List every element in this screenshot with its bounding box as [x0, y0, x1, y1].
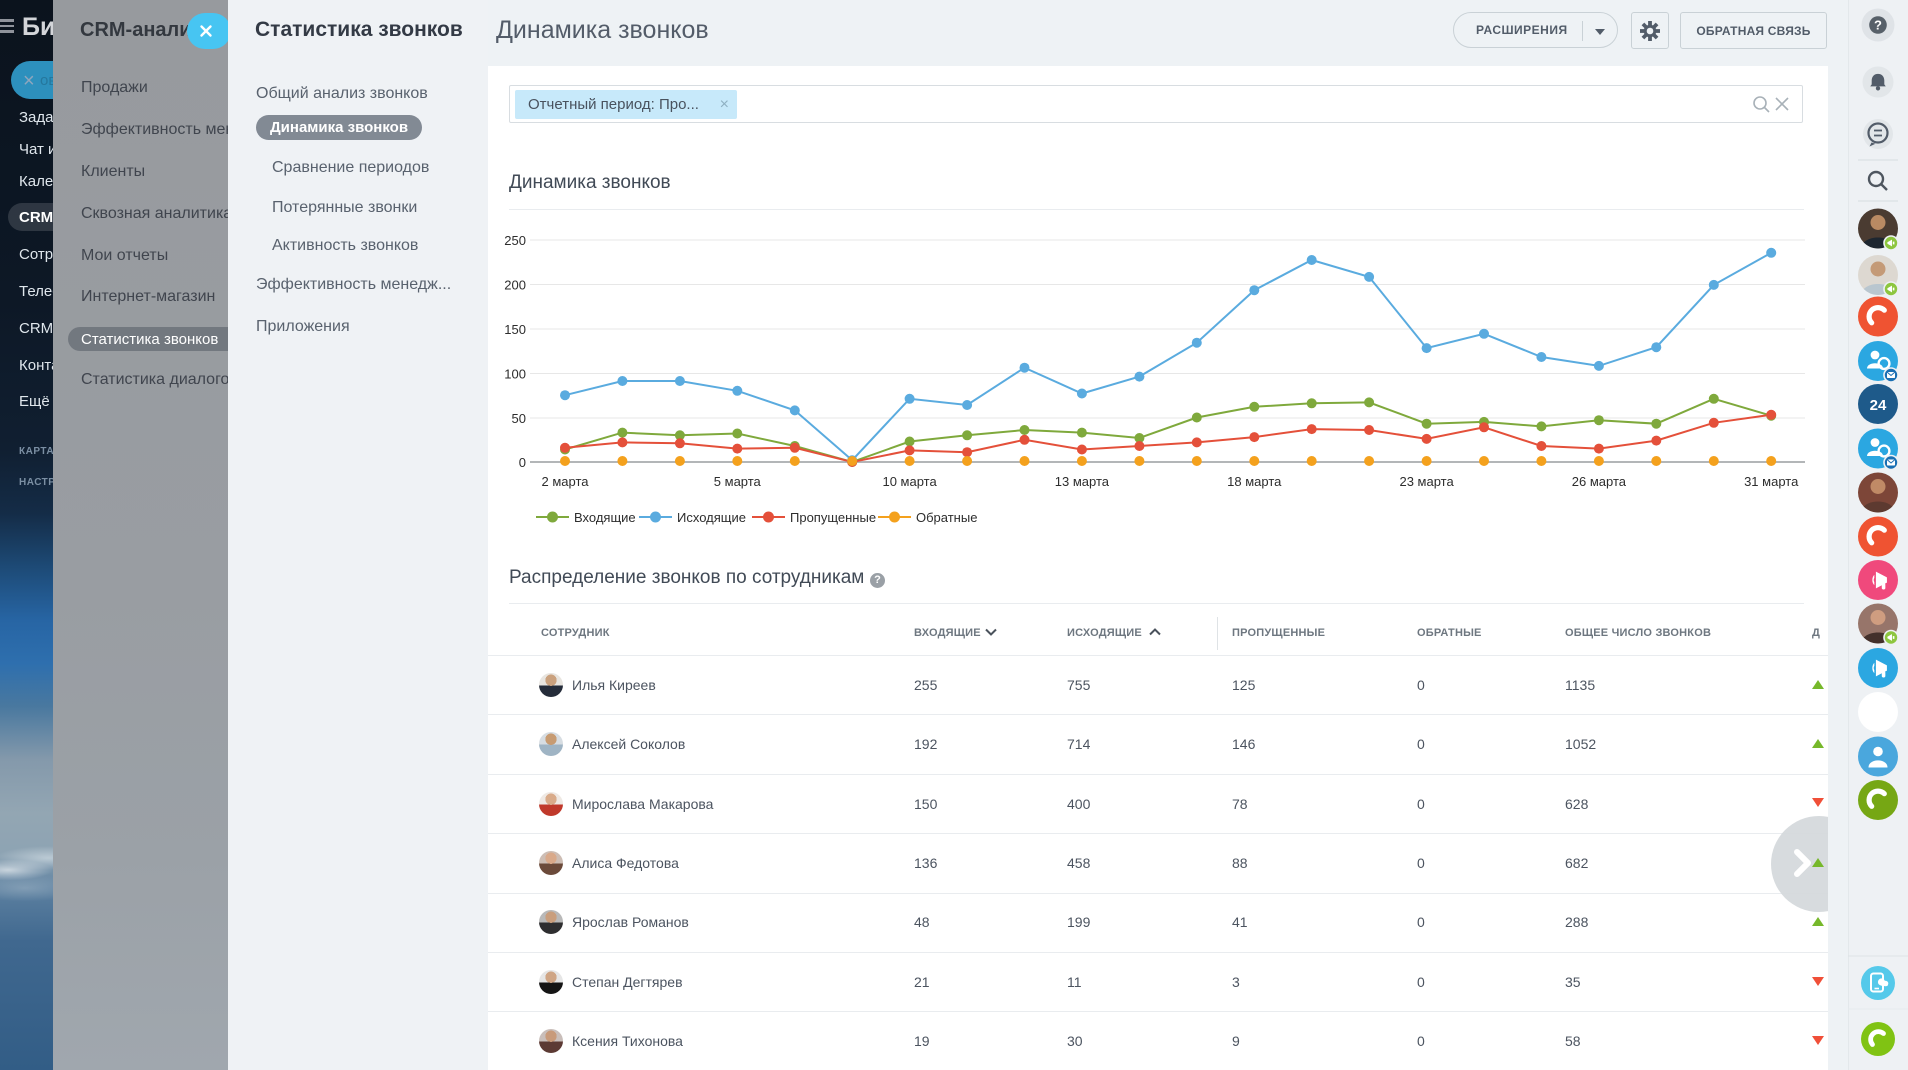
svg-text:Пропущенные: Пропущенные — [790, 510, 876, 525]
svg-text:50: 50 — [512, 411, 526, 426]
svg-text:10 марта: 10 марта — [882, 474, 937, 489]
svg-text:5 марта: 5 марта — [714, 474, 762, 489]
svg-text:2 марта: 2 марта — [542, 474, 590, 489]
svg-text:100: 100 — [504, 367, 526, 382]
svg-text:24: 24 — [1870, 397, 1887, 414]
svg-text:18 марта: 18 марта — [1227, 474, 1282, 489]
svg-text:?: ? — [1874, 18, 1882, 33]
svg-text:150: 150 — [504, 322, 526, 337]
svg-text:0: 0 — [519, 455, 526, 470]
svg-text:23 марта: 23 марта — [1399, 474, 1454, 489]
svg-text:200: 200 — [504, 278, 526, 293]
svg-text:Исходящие: Исходящие — [677, 510, 746, 525]
svg-text:31 марта: 31 марта — [1744, 474, 1799, 489]
svg-text:250: 250 — [504, 233, 526, 248]
svg-text:26 марта: 26 марта — [1572, 474, 1627, 489]
svg-text:Входящие: Входящие — [574, 510, 636, 525]
svg-text:Обратные: Обратные — [916, 510, 977, 525]
svg-text:13 марта: 13 марта — [1055, 474, 1110, 489]
